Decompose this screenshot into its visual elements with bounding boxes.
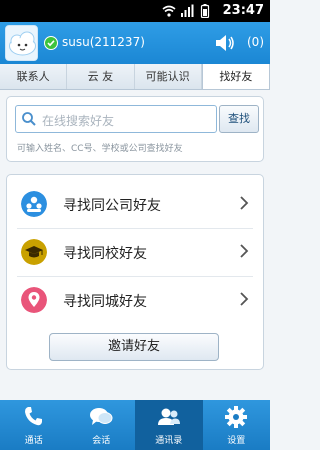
battery-icon bbox=[200, 4, 210, 18]
status-bar: 23:47 bbox=[0, 0, 270, 22]
mute-count: (0) bbox=[247, 35, 264, 49]
app-header: susu(211237) (0) bbox=[0, 22, 270, 64]
nav-calls-label: 通话 bbox=[24, 436, 43, 446]
status-time: 23:47 bbox=[222, 3, 264, 18]
nav-contacts[interactable]: 通讯录 bbox=[135, 400, 203, 450]
find-school-label: 寻找同校好友 bbox=[63, 246, 147, 262]
status-icons bbox=[162, 4, 212, 18]
invite-friends-button[interactable]: 邀请好友 bbox=[49, 333, 219, 361]
location-pin-icon bbox=[21, 287, 47, 313]
avatar[interactable] bbox=[5, 25, 38, 61]
find-company-label: 寻找同公司好友 bbox=[63, 198, 161, 214]
find-city-label: 寻找同城好友 bbox=[63, 294, 147, 310]
search-placeholder: 在线搜索好友 bbox=[42, 114, 115, 128]
find-school-friends[interactable]: 寻找同校好友 bbox=[7, 229, 263, 275]
signal-icon bbox=[181, 4, 194, 17]
username[interactable]: susu(211237) bbox=[62, 35, 145, 49]
bottom-nav: 通话 会话 通讯录 设置 bbox=[0, 400, 270, 450]
search-input[interactable]: 在线搜索好友 bbox=[15, 105, 217, 133]
search-hint: 可输入姓名、CC号、学校或公司查找好友 bbox=[17, 144, 183, 154]
company-icon bbox=[21, 191, 47, 217]
speaker-mute-icon[interactable] bbox=[214, 32, 236, 54]
cloud-avatar-icon bbox=[6, 26, 37, 60]
search-icon bbox=[22, 112, 36, 126]
chat-icon bbox=[90, 408, 113, 425]
online-status-icon bbox=[44, 36, 58, 50]
tab-cloud-friends[interactable]: 云 友 bbox=[67, 64, 135, 89]
nav-contacts-label: 通讯录 bbox=[155, 436, 183, 446]
gear-icon bbox=[225, 406, 248, 428]
wifi-icon bbox=[162, 5, 176, 17]
find-city-friends[interactable]: 寻找同城好友 bbox=[7, 277, 263, 323]
tab-may-know[interactable]: 可能认识 bbox=[135, 64, 202, 89]
tab-find-friends[interactable]: 找好友 bbox=[201, 64, 270, 89]
search-card: 在线搜索好友 查找 可输入姓名、CC号、学校或公司查找好友 bbox=[6, 96, 264, 162]
find-company-friends[interactable]: 寻找同公司好友 bbox=[7, 181, 263, 227]
find-options-card: 寻找同公司好友 寻找同校好友 寻找同城好友 邀请好友 bbox=[6, 174, 264, 370]
nav-settings-label: 设置 bbox=[227, 436, 246, 446]
nav-settings[interactable]: 设置 bbox=[203, 400, 271, 450]
graduation-cap-icon bbox=[21, 239, 47, 265]
contact-tabs: 联系人 云 友 可能认识 找好友 bbox=[0, 64, 270, 90]
chevron-right-icon bbox=[240, 196, 249, 210]
tab-contacts[interactable]: 联系人 bbox=[0, 64, 68, 89]
nav-chats[interactable]: 会话 bbox=[68, 400, 136, 450]
chevron-right-icon bbox=[240, 244, 249, 258]
nav-chats-label: 会话 bbox=[92, 436, 111, 446]
phone-icon bbox=[24, 407, 42, 426]
search-button[interactable]: 查找 bbox=[219, 105, 259, 133]
contacts-icon bbox=[157, 408, 180, 425]
chevron-right-icon bbox=[240, 292, 249, 306]
nav-calls[interactable]: 通话 bbox=[0, 400, 68, 450]
